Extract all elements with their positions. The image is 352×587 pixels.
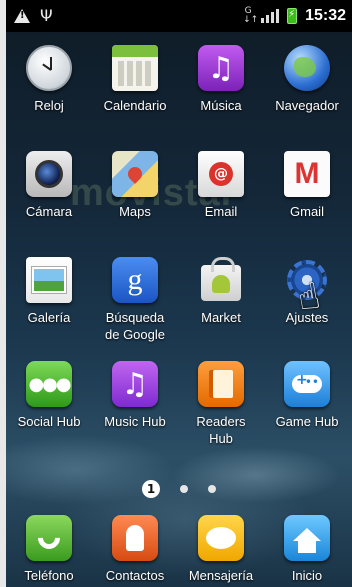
dock-telefono[interactable]: Teléfono bbox=[6, 515, 92, 584]
app-musica[interactable]: ♫ Música bbox=[178, 45, 264, 114]
app-galeria[interactable]: Galería bbox=[6, 257, 92, 326]
app-music-hub[interactable]: ♫ Music Hub bbox=[92, 361, 178, 430]
app-social-hub[interactable]: ●●● Social Hub bbox=[6, 361, 92, 430]
clock-icon bbox=[26, 45, 72, 91]
messaging-icon bbox=[198, 515, 244, 561]
calendar-icon bbox=[112, 45, 158, 91]
app-navegador[interactable]: Navegador bbox=[264, 45, 350, 114]
app-camara[interactable]: Cámara bbox=[6, 151, 92, 220]
warning-icon bbox=[14, 9, 30, 23]
usb-icon: Ψ bbox=[40, 6, 53, 25]
readers-hub-icon bbox=[198, 361, 244, 407]
music-icon: ♫ bbox=[198, 45, 244, 91]
dock-bar: Teléfono Contactos Mensajería Inicio bbox=[6, 515, 352, 587]
app-label: Calendario bbox=[103, 98, 167, 113]
dock-label: Contactos bbox=[105, 568, 165, 583]
game-hub-icon bbox=[284, 361, 330, 407]
dock-label: Inicio bbox=[291, 568, 323, 583]
battery-charging-icon bbox=[287, 8, 298, 24]
maps-icon bbox=[112, 151, 158, 197]
phone-icon bbox=[26, 515, 72, 561]
app-calendario[interactable]: Calendario bbox=[92, 45, 178, 114]
network-type-icon: G ↓↑ bbox=[243, 6, 259, 25]
app-label: Email bbox=[204, 204, 238, 219]
app-maps[interactable]: Maps bbox=[92, 151, 178, 220]
market-icon bbox=[198, 257, 244, 303]
google-search-icon: g bbox=[112, 257, 158, 303]
contacts-icon bbox=[112, 515, 158, 561]
page-indicator[interactable]: 1 bbox=[6, 480, 352, 498]
gallery-icon bbox=[26, 257, 72, 303]
app-label: Navegador bbox=[275, 98, 339, 113]
app-game-hub[interactable]: Game Hub bbox=[264, 361, 350, 430]
app-label: Music Hub bbox=[104, 414, 166, 429]
status-clock: 15:32 bbox=[305, 7, 346, 24]
music-hub-icon: ♫ bbox=[112, 361, 158, 407]
social-hub-icon: ●●● bbox=[26, 361, 72, 407]
app-gmail[interactable]: M Gmail bbox=[264, 151, 350, 220]
app-label: Búsqueda de Google bbox=[105, 310, 165, 342]
email-icon: @ bbox=[198, 151, 244, 197]
app-reloj[interactable]: Reloj bbox=[6, 45, 92, 114]
app-readers-hub[interactable]: Readers Hub bbox=[178, 361, 264, 447]
dock-mensajeria[interactable]: Mensajería bbox=[178, 515, 264, 584]
page-indicator-current[interactable]: 1 bbox=[142, 480, 160, 498]
app-label: Market bbox=[201, 310, 241, 325]
dock-inicio[interactable]: Inicio bbox=[264, 515, 350, 584]
status-bar: Ψ G↓↑ 15:32 bbox=[6, 0, 352, 32]
app-label: Game Hub bbox=[275, 414, 339, 429]
app-label: Galería bbox=[27, 310, 71, 325]
app-busqueda-google[interactable]: g Búsqueda de Google bbox=[92, 257, 178, 343]
page-indicator-dot[interactable] bbox=[180, 485, 188, 493]
browser-globe-icon bbox=[284, 45, 330, 91]
app-label: Música bbox=[200, 98, 242, 113]
app-label: Readers Hub bbox=[196, 414, 246, 446]
dock-contactos[interactable]: Contactos bbox=[92, 515, 178, 584]
app-label: Social Hub bbox=[17, 414, 81, 429]
page-indicator-dot[interactable] bbox=[208, 485, 216, 493]
dock-label: Mensajería bbox=[188, 568, 254, 583]
app-label: Cámara bbox=[25, 204, 73, 219]
gmail-icon: M bbox=[284, 151, 330, 197]
app-market[interactable]: Market bbox=[178, 257, 264, 326]
signal-icon bbox=[261, 9, 280, 23]
camera-icon bbox=[26, 151, 72, 197]
app-email[interactable]: @ Email bbox=[178, 151, 264, 220]
dock-label: Teléfono bbox=[24, 568, 74, 583]
app-label: Reloj bbox=[34, 98, 64, 113]
home-icon bbox=[284, 515, 330, 561]
app-label: Gmail bbox=[290, 204, 324, 219]
app-label: Maps bbox=[119, 204, 151, 219]
